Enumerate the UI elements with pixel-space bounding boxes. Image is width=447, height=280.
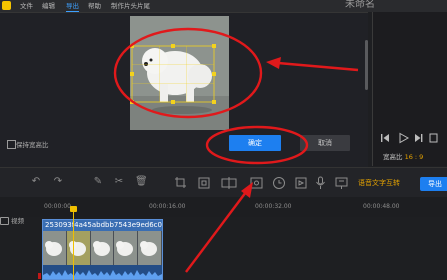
timeline-tick: 00:00:00 (44, 203, 71, 210)
timeline-tick: 00:00:32.00 (255, 203, 292, 210)
clip-thumbnail (138, 231, 162, 265)
microphone-icon[interactable] (316, 176, 325, 189)
scissors-icon[interactable]: ✂ (113, 176, 125, 188)
keep-ratio-label: 保持宽高比 (16, 141, 49, 149)
timeline-tick: 00:00:48.00 (363, 203, 400, 210)
video-track-name: 视频 (11, 217, 24, 225)
freeze-frame-icon[interactable] (221, 177, 237, 189)
aspect-ratio-display[interactable]: 宽高比 16 : 9 (383, 151, 423, 161)
play-icon[interactable] (399, 132, 410, 144)
clip-thumbnails (43, 231, 162, 265)
stop-icon[interactable] (429, 133, 438, 143)
keep-ratio-checkbox[interactable] (7, 140, 16, 149)
edit-pencil-icon[interactable]: ✎ (92, 176, 104, 188)
playhead-handle[interactable] (70, 206, 77, 212)
prev-frame-icon[interactable] (381, 134, 389, 142)
clip-thumbnail (66, 231, 91, 265)
clip-thumbnail (43, 231, 67, 265)
duration-icon[interactable] (273, 177, 285, 189)
undo-icon[interactable]: ↶ (30, 176, 42, 188)
confirm-button[interactable]: 确定 (229, 135, 281, 151)
audio-waveform (43, 265, 162, 279)
aspect-ratio-label: 宽高比 (383, 153, 403, 161)
clip-name: 253093f4a45abdbb7543e9ed6c0 (45, 221, 162, 229)
export-button[interactable]: 导出 (420, 177, 447, 191)
zoom-icon[interactable] (250, 177, 263, 189)
clip-thumbnail (90, 231, 115, 265)
clip-thumbnail (114, 231, 139, 265)
toolbar-tool-icons (175, 176, 348, 189)
redo-icon[interactable]: ↷ (52, 176, 64, 188)
voice-to-text-button[interactable]: 语音文字互转 (358, 178, 400, 188)
speed-icon[interactable] (295, 177, 307, 189)
timeline-tick: 00:00:16.00 (149, 203, 186, 210)
video-track-icon (0, 217, 9, 225)
video-clip[interactable]: 253093f4a45abdbb7543e9ed6c0 (42, 219, 163, 280)
crop-tool-icon[interactable] (175, 177, 186, 188)
next-frame-icon[interactable] (415, 134, 423, 142)
mosaic-icon[interactable] (198, 177, 210, 189)
playback-controls (381, 132, 438, 144)
track-marker (38, 273, 41, 279)
aspect-ratio-value: 16 : 9 (404, 153, 424, 161)
audio-detach-icon[interactable] (335, 177, 348, 189)
video-track-label: 视频 (0, 215, 24, 225)
playhead-line[interactable] (73, 208, 74, 280)
delete-icon[interactable]: 🗑 (135, 176, 148, 188)
cancel-button[interactable]: 取消 (300, 135, 350, 151)
